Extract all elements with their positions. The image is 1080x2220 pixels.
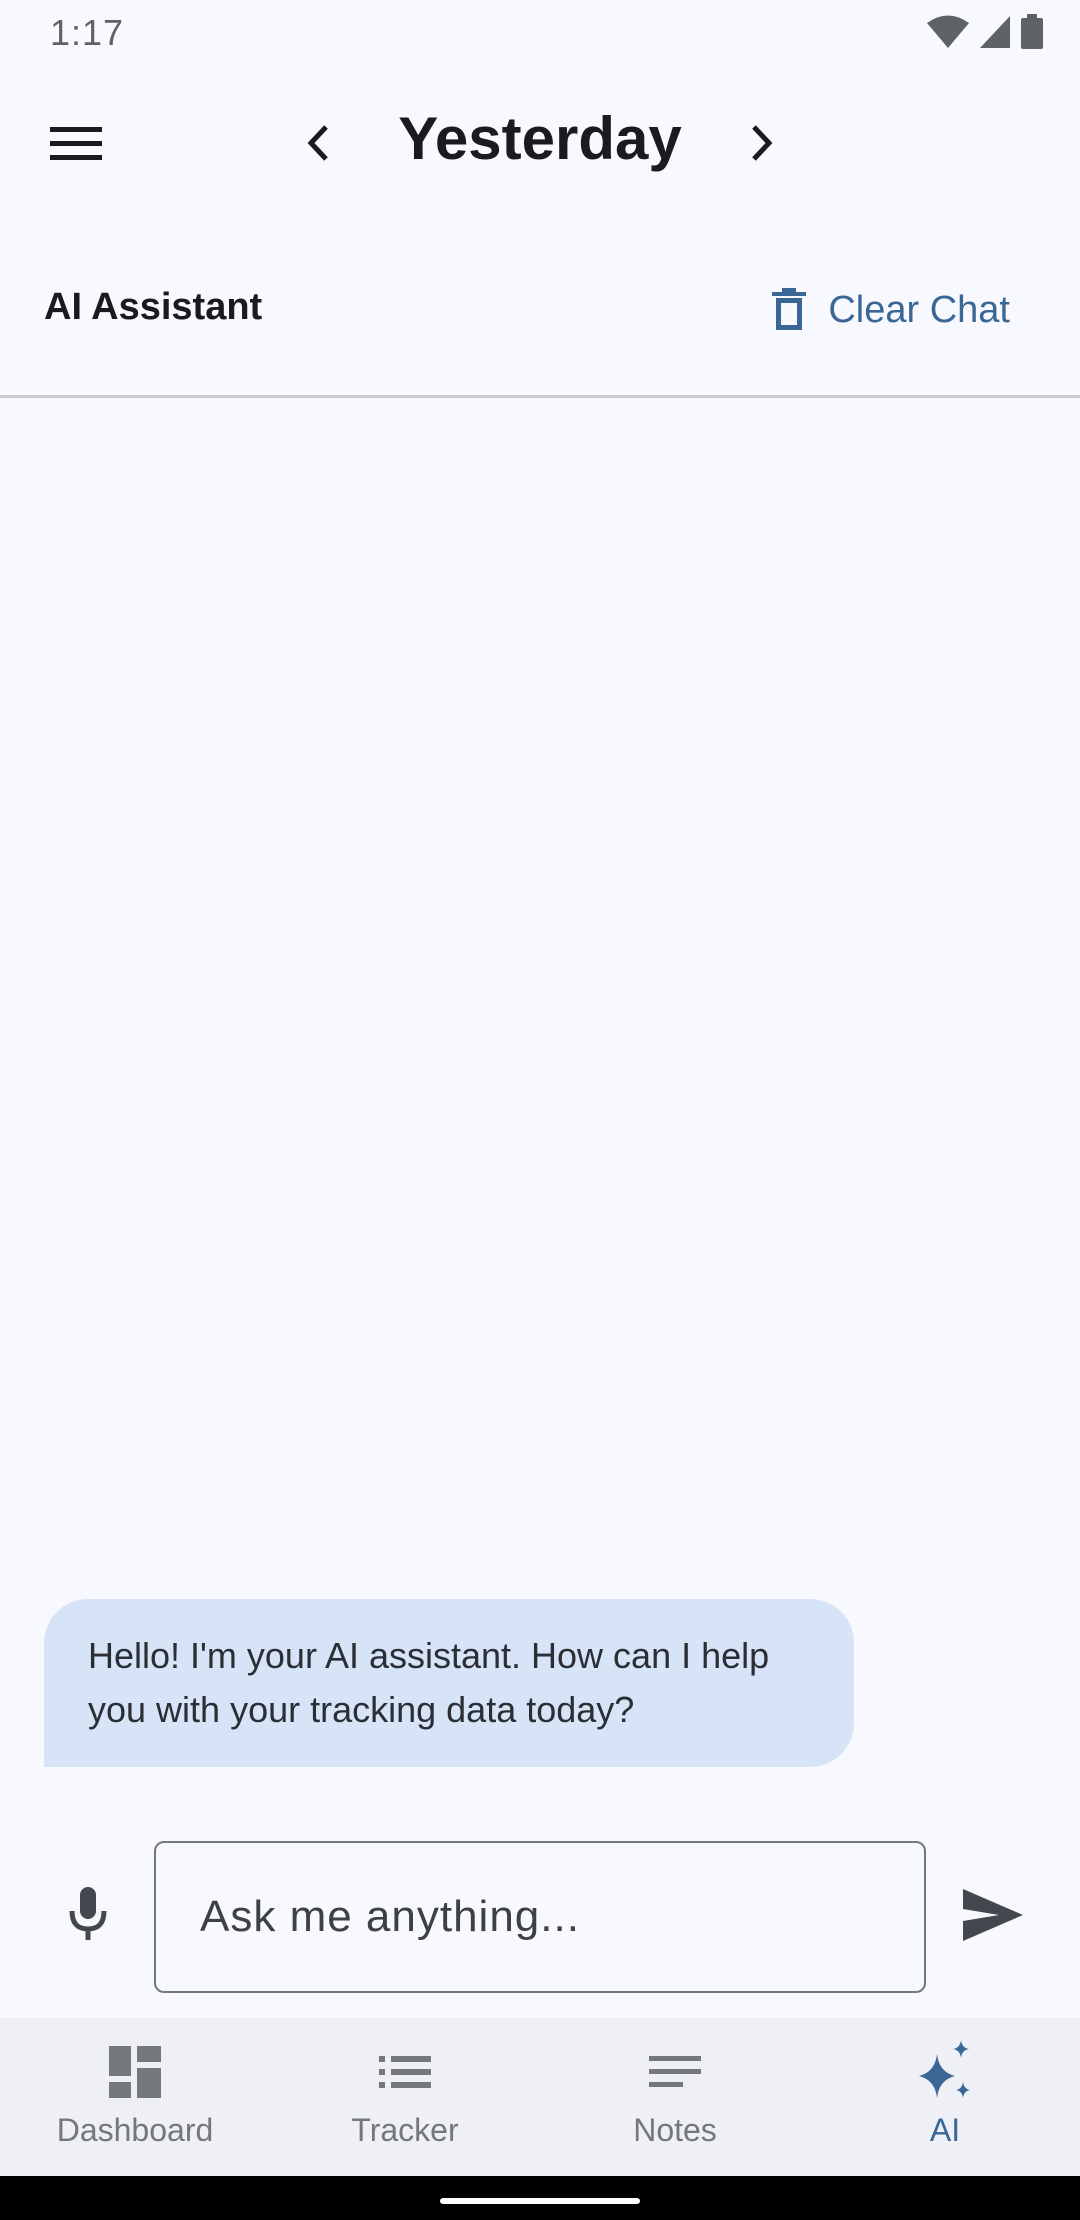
assistant-message-bubble: Hello! I'm your AI assistant. How can I … [44,1599,854,1767]
nav-label-notes: Notes [633,2112,717,2148]
dashboard-icon [109,2040,161,2104]
nav-item-dashboard[interactable]: Dashboard [0,2018,270,2176]
nav-item-ai[interactable]: AI [810,2018,1080,2176]
battery-icon [1020,14,1044,50]
top-app-bar: Yesterday [0,66,1080,216]
nav-label-tracker: Tracker [351,2112,459,2148]
page-title: Yesterday [398,105,682,172]
screen: 1:17 Yesterday AI Assistant Clear Chat H… [0,0,1080,2220]
status-icons [926,14,1044,50]
next-day-button[interactable] [730,110,794,180]
gesture-navigation-bar [0,2176,1080,2220]
home-gesture-handle[interactable] [440,2198,640,2204]
nav-label-ai: AI [929,2112,961,2148]
nav-item-tracker[interactable]: Tracker [270,2018,540,2176]
chat-title: AI Assistant [44,286,263,328]
bottom-navigation: Dashboard Tracker Notes AI [0,2018,1080,2176]
send-button[interactable] [956,1880,1030,1954]
chevron-left-icon [306,124,330,167]
chevron-right-icon [750,124,774,167]
previous-day-button[interactable] [286,110,350,180]
status-bar: 1:17 [0,0,1080,66]
clear-chat-label: Clear Chat [828,288,1010,331]
send-icon [963,1888,1023,1946]
nav-item-notes[interactable]: Notes [540,2018,810,2176]
microphone-icon [68,1886,108,1946]
notes-icon [649,2040,701,2104]
trash-icon [772,288,807,332]
sparkle-icon [913,2040,977,2104]
list-icon [379,2040,431,2104]
chat-header: AI Assistant Clear Chat [0,250,1080,398]
status-time: 1:17 [50,12,125,53]
cellular-signal-icon [978,14,1012,50]
menu-icon [50,125,102,166]
wifi-icon [926,14,970,50]
clear-chat-button[interactable]: Clear Chat [772,280,1010,340]
chat-input[interactable] [154,1841,926,1993]
menu-button[interactable] [36,110,116,180]
nav-label-dashboard: Dashboard [56,2112,214,2148]
microphone-button[interactable] [56,1884,120,1948]
